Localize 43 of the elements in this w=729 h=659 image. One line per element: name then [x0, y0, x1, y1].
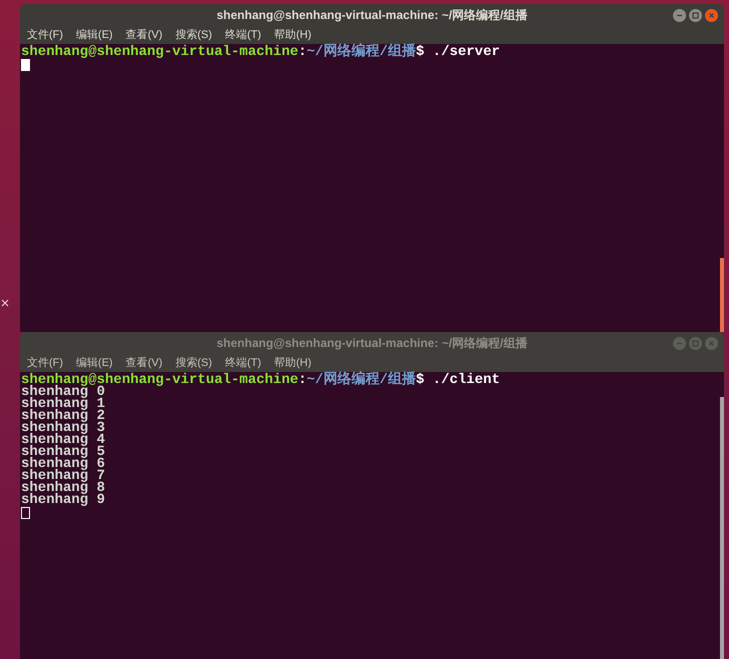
- close-icon: [708, 340, 715, 346]
- menu-item[interactable]: 搜索(S): [175, 354, 212, 372]
- menu-item[interactable]: 编辑(E): [76, 26, 113, 44]
- output-line: shenhang 2: [21, 410, 106, 422]
- menu-item[interactable]: 搜索(S): [175, 26, 212, 44]
- maximize-button[interactable]: [689, 8, 702, 22]
- maximize-button[interactable]: [689, 336, 702, 350]
- output-line: shenhang 7: [21, 470, 106, 482]
- window-title: shenhang@shenhang-virtual-machine: ~/网络编程/组播: [216, 335, 528, 352]
- prompt-user-host: shenhang@shenhang-virtual-machine: [21, 46, 298, 58]
- close-button[interactable]: [705, 336, 718, 350]
- menu-item[interactable]: 帮助(H): [274, 26, 312, 44]
- prompt-colon: :: [298, 374, 307, 386]
- maximize-icon: [692, 12, 699, 18]
- output-line: shenhang 0: [21, 386, 106, 398]
- scrollbar[interactable]: [720, 397, 724, 659]
- menu-item[interactable]: 帮助(H): [274, 354, 312, 372]
- output-line: shenhang 3: [21, 422, 106, 434]
- output-line: shenhang 5: [21, 446, 106, 458]
- menu-item[interactable]: 终端(T): [225, 26, 262, 44]
- output-line: shenhang 1: [21, 398, 106, 410]
- scrollbar[interactable]: [720, 258, 724, 332]
- output-line: shenhang 9: [21, 494, 106, 506]
- menu-item[interactable]: 终端(T): [225, 354, 262, 372]
- menu-item[interactable]: 文件(F): [27, 26, 64, 44]
- maximize-icon: [692, 340, 699, 346]
- menu-item[interactable]: 查看(V): [126, 354, 162, 372]
- output-line: shenhang 8: [21, 482, 106, 494]
- output-line: shenhang 4: [21, 434, 106, 446]
- prompt-command: $ ./server: [416, 46, 500, 58]
- prompt-command: $ ./client: [416, 374, 500, 386]
- output-line: shenhang 6: [21, 458, 106, 470]
- minimize-button[interactable]: [673, 336, 686, 350]
- menu-item[interactable]: 编辑(E): [76, 354, 113, 372]
- minimize-button[interactable]: [673, 8, 686, 22]
- menu-item[interactable]: 查看(V): [126, 26, 162, 44]
- menu-item[interactable]: 文件(F): [27, 354, 64, 372]
- prompt-user-host: shenhang@shenhang-virtual-machine: [21, 374, 298, 386]
- window-title: shenhang@shenhang-virtual-machine: ~/网络编程/组播: [216, 7, 528, 24]
- close-icon[interactable]: [1, 299, 9, 307]
- prompt-colon: :: [298, 46, 307, 58]
- close-button[interactable]: [705, 8, 718, 22]
- close-icon: [708, 12, 715, 18]
